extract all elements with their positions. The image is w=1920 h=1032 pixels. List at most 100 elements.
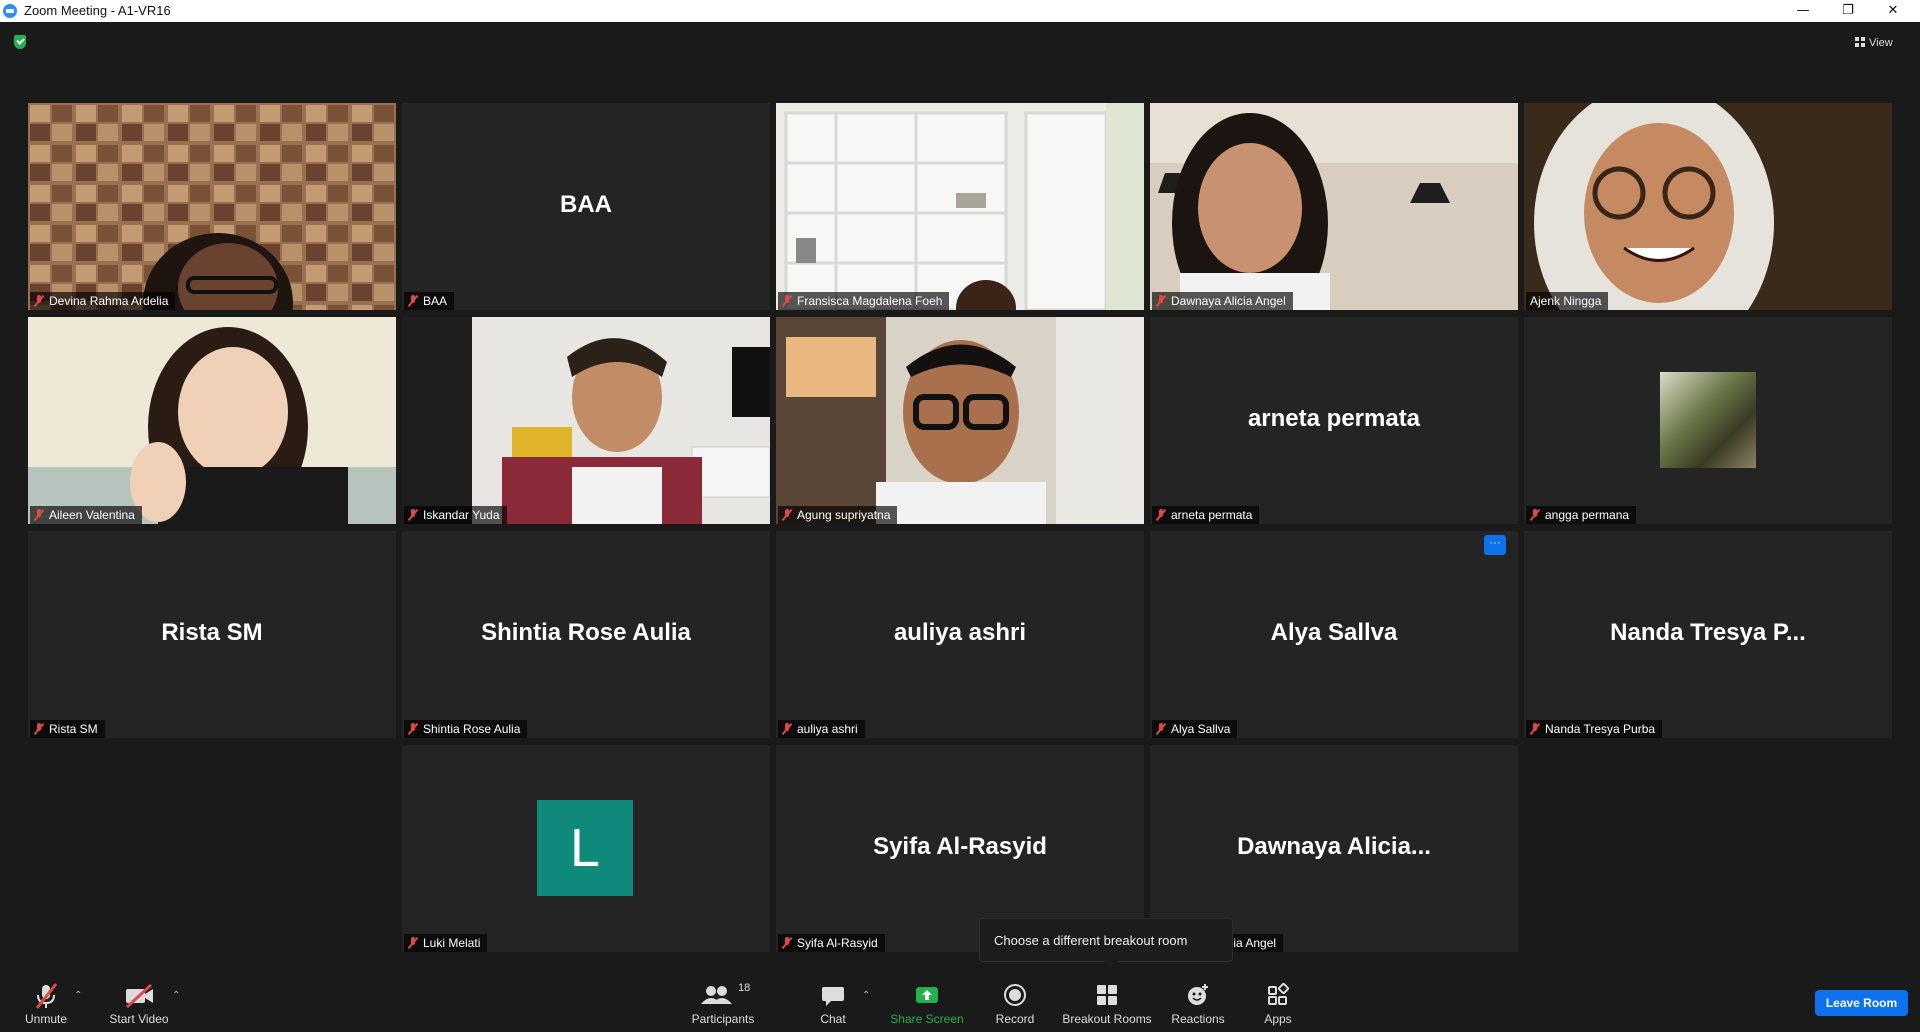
participant-nametag: Syifa Al-Rasyid bbox=[778, 934, 885, 952]
video-tile[interactable]: BAA BAA bbox=[402, 103, 770, 310]
reactions-button[interactable]: Reactions bbox=[1170, 968, 1226, 1032]
close-window-button[interactable]: ✕ bbox=[1872, 0, 1914, 22]
view-button[interactable]: View bbox=[1855, 33, 1893, 53]
participant-name: Aileen Valentina bbox=[49, 508, 135, 522]
video-tile[interactable]: L Luki Melati bbox=[402, 745, 770, 952]
mic-muted-icon bbox=[34, 509, 44, 521]
participant-video bbox=[402, 317, 770, 524]
restore-button[interactable]: ❐ bbox=[1827, 0, 1869, 22]
video-tile[interactable]: Iskandar Yuda bbox=[402, 317, 770, 524]
mic-muted-icon bbox=[34, 723, 44, 735]
participant-nametag: Agung supriyatna bbox=[778, 506, 898, 524]
record-button[interactable]: Record bbox=[992, 968, 1038, 1032]
zoom-app-icon bbox=[3, 4, 17, 18]
participant-video bbox=[28, 317, 396, 524]
meeting-toolbar: Unmute ⌃ Start Video ⌃ 18 Participants C… bbox=[0, 968, 1920, 1032]
mic-muted-icon bbox=[782, 937, 792, 949]
participant-name: Shintia Rose Aulia bbox=[423, 722, 521, 736]
participant-display-name: arneta permata bbox=[1247, 405, 1421, 432]
video-tile[interactable]: Nanda Tresya P... Nanda Tresya Purba bbox=[1524, 531, 1892, 738]
participants-label: Participants bbox=[691, 1012, 755, 1026]
video-off-icon bbox=[104, 982, 174, 1012]
apps-button[interactable]: Apps bbox=[1256, 968, 1300, 1032]
mic-muted-icon bbox=[1530, 723, 1540, 735]
leave-room-button[interactable]: Leave Room bbox=[1815, 990, 1908, 1016]
chat-icon bbox=[812, 982, 854, 1012]
video-tile[interactable]: Agung supriyatna bbox=[776, 317, 1144, 524]
participant-nametag: Ajenk Ningga bbox=[1526, 292, 1609, 310]
mic-muted-icon bbox=[1156, 295, 1166, 307]
participants-button[interactable]: 18 Participants bbox=[688, 968, 758, 1032]
video-tile[interactable]: angga permana bbox=[1524, 317, 1892, 524]
participant-nametag: angga permana bbox=[1526, 506, 1637, 524]
profile-picture bbox=[1660, 372, 1756, 468]
breakout-rooms-button[interactable]: Breakout Rooms bbox=[1062, 968, 1152, 1032]
participant-name: Devina Rahma Ardelia bbox=[49, 294, 169, 308]
participant-video bbox=[776, 103, 1144, 310]
grid-view-icon bbox=[1855, 37, 1865, 47]
share-screen-button[interactable]: Share Screen bbox=[890, 968, 964, 1032]
mic-muted-icon bbox=[782, 723, 792, 735]
avatar: L bbox=[537, 800, 633, 896]
video-tile[interactable]: Rista SM Rista SM bbox=[28, 531, 396, 738]
participant-name: Syifa Al-Rasyid bbox=[797, 936, 878, 950]
mic-muted-icon bbox=[1156, 723, 1166, 735]
security-shield-icon[interactable] bbox=[14, 35, 26, 49]
share-screen-label: Share Screen bbox=[890, 1012, 964, 1026]
breakout-rooms-label: Breakout Rooms bbox=[1062, 1012, 1152, 1026]
participant-name: Luki Melati bbox=[423, 936, 481, 950]
video-tile[interactable]: Dawnaya Alicia Angel bbox=[1150, 103, 1518, 310]
mic-muted-icon bbox=[1530, 509, 1540, 521]
unmute-button[interactable]: Unmute bbox=[18, 968, 74, 1032]
mic-muted-icon bbox=[18, 982, 74, 1012]
more-options-button[interactable]: ··· bbox=[1484, 535, 1506, 555]
participant-name: Agung supriyatna bbox=[797, 508, 891, 522]
mic-muted-icon bbox=[408, 937, 418, 949]
participant-nametag: Luki Melati bbox=[404, 934, 488, 952]
participant-nametag: Nanda Tresya Purba bbox=[1526, 720, 1663, 738]
video-tile[interactable]: Aileen Valentina bbox=[28, 317, 396, 524]
unmute-label: Unmute bbox=[24, 1012, 68, 1026]
view-label: View bbox=[1869, 37, 1893, 49]
mic-muted-icon bbox=[408, 723, 418, 735]
breakout-rooms-icon bbox=[1062, 982, 1152, 1012]
video-tile[interactable]: ··· Alya Sallva Alya Sallva bbox=[1150, 531, 1518, 738]
participant-nametag: auliya ashri bbox=[778, 720, 865, 738]
video-tile[interactable]: Shintia Rose Aulia Shintia Rose Aulia bbox=[402, 531, 770, 738]
video-tile[interactable]: arneta permata arneta permata bbox=[1150, 317, 1518, 524]
mic-muted-icon bbox=[34, 295, 44, 307]
video-tile-active-speaker[interactable]: Ajenk Ningga bbox=[1524, 103, 1892, 310]
audio-options-caret[interactable]: ⌃ bbox=[74, 990, 82, 1001]
apps-label: Apps bbox=[1264, 1012, 1292, 1026]
participant-nametag: Aileen Valentina bbox=[30, 506, 142, 524]
breakout-room-tooltip: Choose a different breakout room bbox=[979, 918, 1233, 968]
participant-video bbox=[1150, 103, 1518, 310]
participants-count: 18 bbox=[738, 982, 751, 994]
participant-nametag: Iskandar Yuda bbox=[404, 506, 507, 524]
video-tile[interactable]: Devina Rahma Ardelia bbox=[28, 103, 396, 310]
video-tile[interactable]: Fransisca Magdalena Foeh bbox=[776, 103, 1144, 310]
reactions-icon bbox=[1170, 982, 1226, 1012]
participant-name: arneta permata bbox=[1171, 508, 1253, 522]
reactions-label: Reactions bbox=[1171, 1012, 1225, 1026]
start-video-button[interactable]: Start Video bbox=[104, 968, 174, 1032]
chat-options-caret[interactable]: ⌃ bbox=[862, 990, 870, 1001]
participant-nametag: Devina Rahma Ardelia bbox=[30, 292, 176, 310]
participant-name: Fransisca Magdalena Foeh bbox=[797, 294, 943, 308]
chat-button[interactable]: Chat bbox=[812, 968, 854, 1032]
participant-name: Alya Sallva bbox=[1171, 722, 1231, 736]
participants-icon: 18 bbox=[688, 982, 758, 1012]
video-tile[interactable]: auliya ashri auliya ashri bbox=[776, 531, 1144, 738]
mic-muted-icon bbox=[408, 295, 418, 307]
participant-nametag: Dawnaya Alicia Angel bbox=[1152, 292, 1293, 310]
participant-display-name: Alya Sallva bbox=[1270, 619, 1398, 646]
participant-display-name: BAA bbox=[560, 191, 612, 218]
participant-name: angga permana bbox=[1545, 508, 1630, 522]
participant-nametag: BAA bbox=[404, 292, 455, 310]
record-label: Record bbox=[995, 1012, 1035, 1026]
participant-nametag: Fransisca Magdalena Foeh bbox=[778, 292, 950, 310]
participant-display-name: Nanda Tresya P... bbox=[1610, 619, 1806, 646]
participant-name: Ajenk Ningga bbox=[1530, 294, 1602, 308]
minimize-button[interactable]: — bbox=[1782, 0, 1824, 22]
video-options-caret[interactable]: ⌃ bbox=[172, 990, 180, 1001]
